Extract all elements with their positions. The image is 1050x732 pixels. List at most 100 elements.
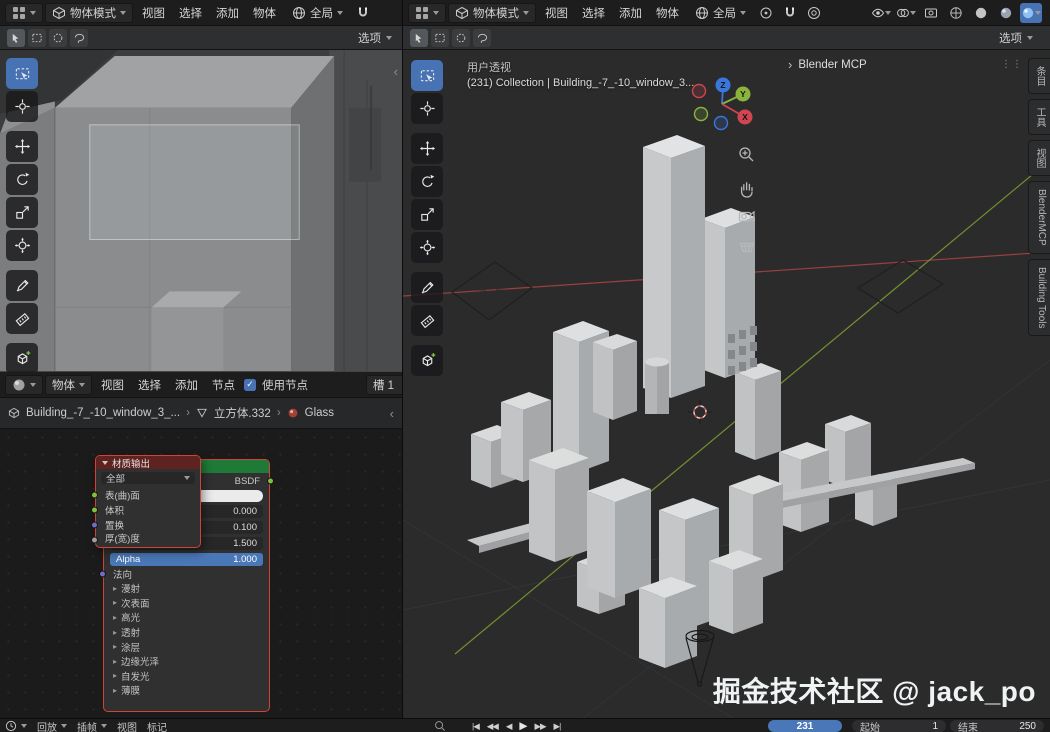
normal-input-row[interactable]: 法向 [99,566,269,581]
add-cube-tool-button[interactable] [411,345,443,376]
timeline-search[interactable] [434,719,446,732]
marker-menu[interactable]: 标记 [147,719,167,732]
add-cube-tool-button[interactable] [6,343,38,372]
right-menu-1[interactable]: 选择 [575,2,612,24]
breadcrumb-mesh[interactable]: 立方体.332 [214,405,271,421]
material-slot-dropdown[interactable]: 槽 1 [365,374,402,395]
target-dropdown[interactable]: 全部 [101,472,195,485]
select-mode-circle-button[interactable] [49,28,67,47]
shading-material-button[interactable] [995,3,1017,23]
measure-tool-button[interactable] [6,303,38,334]
editor-type-button[interactable] [408,2,446,23]
volume-socket[interactable] [91,506,98,513]
box-select-tool-button[interactable] [6,58,38,89]
shader-menu-3[interactable]: 节点 [205,374,242,396]
surface-socket[interactable] [91,491,98,498]
left-3d-viewport[interactable]: ‹ [0,50,402,372]
right-menu-0[interactable]: 视图 [538,2,575,24]
sidebar-tab-4[interactable]: Building Tools [1028,258,1050,337]
shading-rendered-button[interactable] [1020,2,1042,23]
shading-wireframe-button[interactable] [945,3,967,23]
bsdf-section-3[interactable]: 透射 [104,625,269,640]
bsdf-output-socket[interactable] [267,477,274,484]
proportional-edit-button[interactable] [803,3,825,23]
sidebar-tab-0[interactable]: 条目 [1028,58,1050,94]
frame-start-field[interactable]: 起始 1 [852,720,946,732]
bsdf-section-0[interactable]: 漫射 [104,581,269,596]
surface-input-row[interactable]: 表(曲)面 [91,487,200,502]
panel-drag-handle[interactable]: ⋮⋮ [1001,59,1023,70]
xray-toggle-button[interactable] [920,3,942,23]
show-gizmo-button[interactable] [870,3,892,23]
timeline-editor-button[interactable] [5,720,27,732]
shader-menu-1[interactable]: 选择 [131,374,168,396]
left-menu-0[interactable]: 视图 [135,2,172,24]
pivot-point-button[interactable] [755,3,777,23]
material-output-node[interactable]: 材质输出 全部 表(曲)面 体积 置换 厚(宽)度 [91,455,201,548]
left-menu-3[interactable]: 物体 [246,2,283,24]
frame-end-field[interactable]: 结束 250 [950,720,1044,732]
sidebar-tab-3[interactable]: BlenderMCP [1028,181,1050,254]
select-mode-circle-button[interactable] [452,28,470,47]
jump-to-end-button[interactable]: ▶| [554,721,562,732]
bsdf-section-5[interactable]: 边缘光泽 [104,654,269,669]
select-mode-tweak-button[interactable] [410,28,428,47]
bsdf-section-4[interactable]: 涂层 [104,639,269,654]
transform-tool-button[interactable] [411,232,443,263]
shading-solid-button[interactable] [970,3,992,23]
select-mode-lasso-button[interactable] [70,28,88,47]
output-node-header[interactable]: 材质输出 [96,456,200,470]
snap-magnet-button[interactable] [352,3,374,23]
rotate-tool-button[interactable] [6,164,38,195]
overlays-button[interactable] [895,3,917,23]
move-tool-button[interactable] [6,131,38,162]
breadcrumb-object[interactable]: Building_-7_-10_window_3_... [26,407,180,419]
playback-menu[interactable]: 回放 [37,719,67,732]
thickness-input-row[interactable]: 厚(宽)度 [91,532,200,547]
current-frame-field[interactable]: 231 [768,720,842,732]
volume-input-row[interactable]: 体积 [91,502,200,517]
next-keyframe-button[interactable]: ▶▶ [534,721,546,732]
cursor-tool-button[interactable] [411,93,443,124]
snap-magnet-button[interactable] [779,3,801,23]
right-options-button[interactable]: 选项 [999,30,1043,46]
prev-keyframe-button[interactable]: ◀◀ [487,721,499,732]
bsdf-section-2[interactable]: 高光 [104,610,269,625]
editor-type-button[interactable] [5,2,43,23]
sidebar-collapse-arrow[interactable]: ‹ [394,64,398,79]
transform-orientation-dropdown[interactable]: 全局 [285,3,350,23]
jump-to-start-button[interactable]: |◀ [472,721,480,732]
bsdf-section-6[interactable]: 自发光 [104,669,269,684]
keying-menu[interactable]: 插帧 [77,719,107,732]
play-reverse-button[interactable]: ◀ [506,721,512,732]
breadcrumb-collapse-arrow[interactable]: ‹ [390,406,394,421]
collapse-caret-icon[interactable] [102,460,108,465]
node-editor-canvas[interactable]: BSDF 0.000 0.100 1.500 Alpha 1.000 法向 漫射… [0,429,402,718]
shader-editor-type-button[interactable] [5,374,43,395]
sidebar-tab-2[interactable]: 视图 [1028,140,1050,176]
scale-tool-button[interactable] [411,199,443,230]
bsdf-section-7[interactable]: 薄膜 [104,683,269,698]
shader-menu-2[interactable]: 添加 [168,374,205,396]
play-button[interactable]: ▶ [519,720,527,732]
sidebar-tab-1[interactable]: 工具 [1028,99,1050,135]
measure-tool-button[interactable] [411,305,443,336]
scale-tool-button[interactable] [6,197,38,228]
shader-type-dropdown[interactable]: 物体 [45,374,92,395]
cursor-tool-button[interactable] [6,91,38,122]
select-mode-box-button[interactable] [28,28,46,47]
mode-dropdown[interactable]: 物体模式 [45,2,133,23]
annotate-tool-button[interactable] [6,270,38,301]
left-options-button[interactable]: 选项 [358,30,395,46]
transform-tool-button[interactable] [6,230,38,261]
blender-mcp-panel-header[interactable]: Blender MCP [788,57,866,72]
right-menu-3[interactable]: 物体 [649,2,686,24]
right-menu-2[interactable]: 添加 [612,2,649,24]
left-menu-1[interactable]: 选择 [172,2,209,24]
annotate-tool-button[interactable] [411,272,443,303]
select-mode-tweak-button[interactable] [7,28,25,47]
displacement-input-row[interactable]: 置换 [91,517,200,532]
mode-dropdown[interactable]: 物体模式 [448,2,536,23]
rotate-tool-button[interactable] [411,166,443,197]
select-mode-lasso-button[interactable] [473,28,491,47]
